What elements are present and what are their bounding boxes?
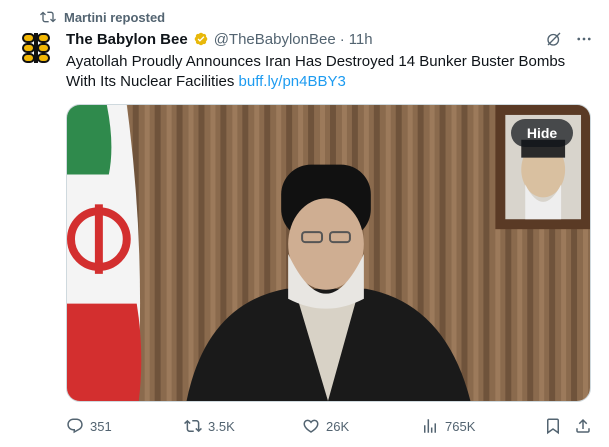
media-photo <box>67 105 590 401</box>
hide-button[interactable]: Hide <box>511 119 573 147</box>
verified-badge-icon[interactable] <box>192 30 210 48</box>
grok-icon[interactable] <box>545 30 563 48</box>
more-options-icon[interactable] <box>575 30 593 48</box>
display-name[interactable]: The Babylon Bee <box>66 31 188 48</box>
views-button[interactable]: 765K <box>421 417 475 435</box>
reply-button[interactable]: 351 <box>66 417 112 435</box>
repost-label: Martini reposted <box>64 9 166 25</box>
like-button[interactable]: 26K <box>302 417 349 435</box>
analytics-icon <box>424 419 436 433</box>
heart-icon <box>303 419 319 433</box>
repost-icon <box>184 419 202 433</box>
bookmark-button[interactable] <box>544 417 562 435</box>
repost-indicator[interactable]: Martini reposted <box>40 8 165 26</box>
reply-icon <box>67 418 83 434</box>
repost-icon <box>40 11 56 23</box>
tweet-link[interactable]: buff.ly/pn4BBY3 <box>239 73 346 90</box>
tweet-text: Ayatollah Proudly Announces Iran Has Des… <box>66 52 596 92</box>
babylon-bee-logo-icon <box>22 33 50 63</box>
separator-dot: · <box>339 30 345 48</box>
avatar[interactable] <box>16 28 56 68</box>
repost-button[interactable]: 3.5K <box>184 417 235 435</box>
bookmark-icon <box>547 418 559 435</box>
share-icon <box>576 418 590 433</box>
handle[interactable]: @TheBabylonBee <box>214 31 336 48</box>
share-button[interactable] <box>574 417 592 435</box>
like-count: 26K <box>326 418 350 434</box>
reply-count: 351 <box>90 418 112 434</box>
tweet-actions: 351 3.5K 26K 765K <box>66 414 591 438</box>
repost-count: 3.5K <box>208 418 235 434</box>
tweet-media[interactable]: Hide <box>66 104 591 402</box>
views-count: 765K <box>445 418 476 434</box>
tweet-header: The Babylon Bee @TheBabylonBee · 11h <box>66 29 593 49</box>
timestamp[interactable]: 11h <box>349 31 373 48</box>
